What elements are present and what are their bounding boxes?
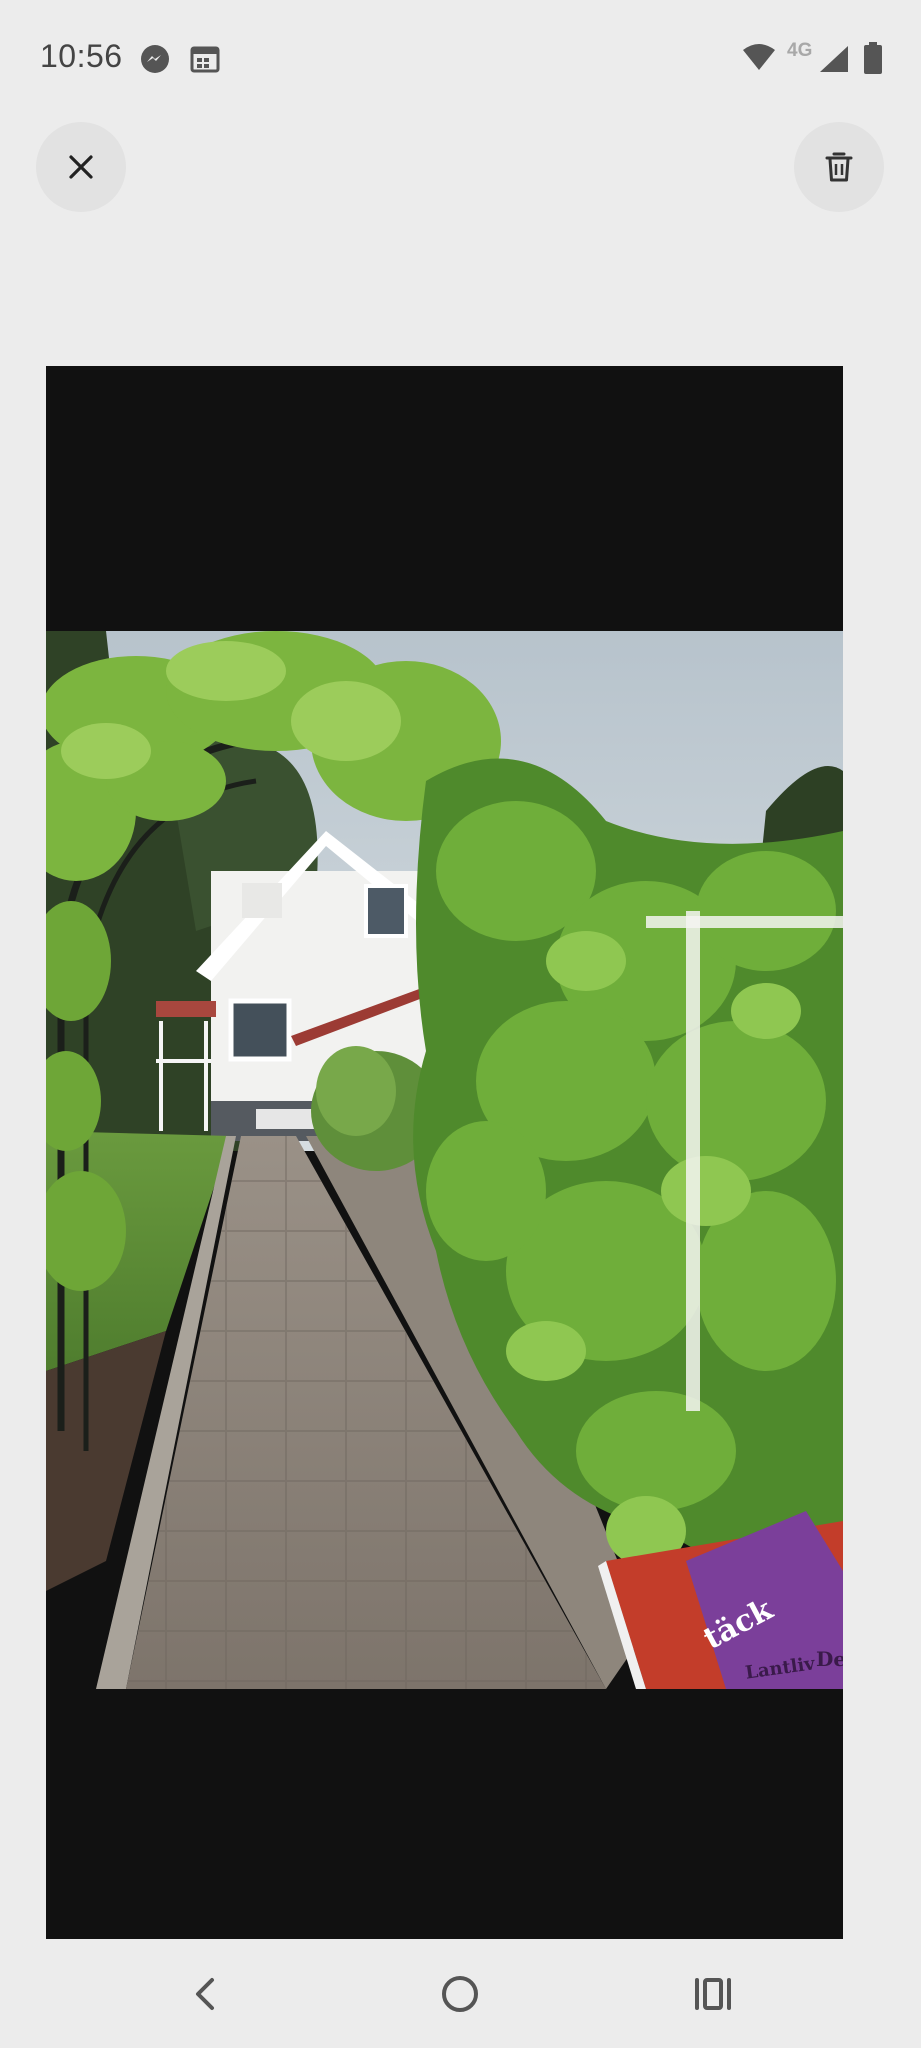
wifi-icon <box>742 42 776 72</box>
battery-icon <box>863 42 883 74</box>
close-button[interactable] <box>36 122 126 212</box>
back-icon <box>196 1978 214 2010</box>
signal-icon <box>818 44 850 74</box>
close-icon <box>69 155 93 179</box>
calendar-icon <box>190 44 220 74</box>
status-time: 10:56 <box>40 38 123 74</box>
recents-button[interactable] <box>683 1964 743 2024</box>
navigation-bar <box>0 1940 921 2048</box>
status-bar: 10:56 4G <box>0 0 921 110</box>
home-icon <box>442 1976 478 2012</box>
messenger-icon <box>140 44 170 74</box>
image-viewer[interactable]: täck Lantliv Del <box>46 366 843 1939</box>
delete-button[interactable] <box>794 122 884 212</box>
home-button[interactable] <box>430 1964 490 2024</box>
back-button[interactable] <box>176 1964 236 2024</box>
bag-text-del: Del <box>816 1647 843 1671</box>
garden-photo: täck Lantliv Del <box>46 631 843 1689</box>
network-type-label: 4G <box>787 40 813 61</box>
recents-icon <box>695 1978 731 2010</box>
trash-icon <box>825 152 853 182</box>
